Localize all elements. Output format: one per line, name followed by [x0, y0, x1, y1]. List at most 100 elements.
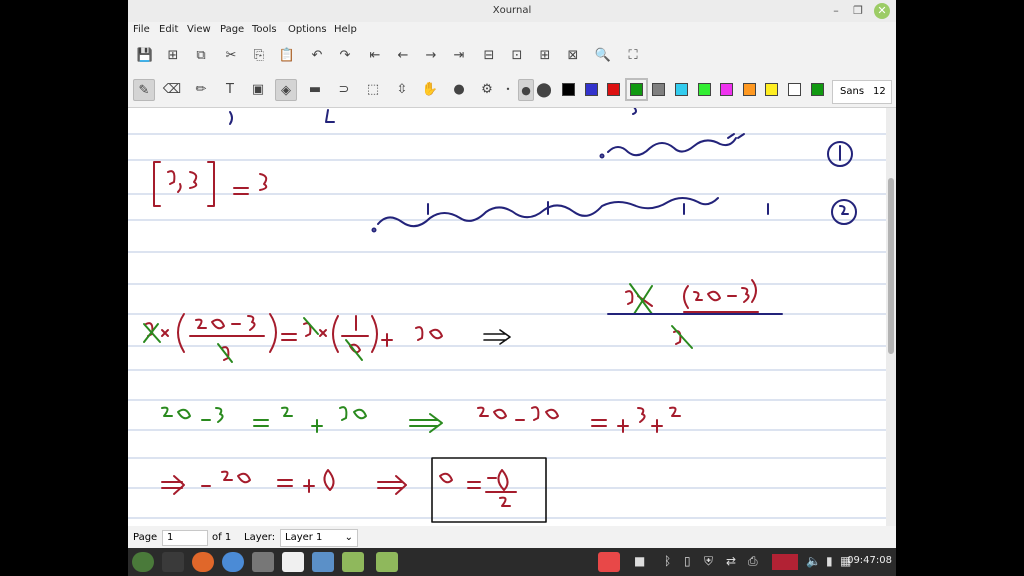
folder-icon[interactable]	[342, 552, 364, 572]
main-toolbar: 💾 ⊞ ⧉ ✂ ⎘ 📋 ↶ ↷ ⇤ ← → ⇥ ⊟ ⊡ ⊞ ⊠ 🔍 ⛶	[128, 42, 896, 70]
menu-file[interactable]: File	[133, 24, 150, 35]
copy-page-icon[interactable]: ⧉	[190, 45, 212, 67]
minimize-icon[interactable]: –	[828, 3, 844, 19]
zoom-in-icon[interactable]: ⊞	[534, 45, 556, 67]
find-icon[interactable]: 🔍	[592, 45, 614, 67]
pen-icon[interactable]: ✎	[133, 79, 155, 101]
eraser-icon[interactable]: ⌫	[161, 79, 183, 101]
ruling-lines	[128, 133, 886, 519]
ink-bracket-expression	[153, 161, 268, 207]
thin-dot-icon[interactable]: •	[500, 79, 516, 101]
page-canvas[interactable]	[128, 108, 886, 526]
text-icon[interactable]: T	[219, 79, 241, 101]
printer-icon[interactable]: ⎙	[748, 554, 758, 569]
lasso-icon[interactable]: ⊃	[333, 79, 355, 101]
volume-icon[interactable]: 🔈	[806, 554, 821, 568]
bluetooth-icon[interactable]: ᛒ	[664, 554, 671, 568]
color-swatch-4[interactable]	[624, 78, 648, 101]
menu-help[interactable]: Help	[334, 24, 357, 35]
redo-icon[interactable]: ↷	[334, 45, 356, 67]
menu-tools[interactable]: Tools	[252, 24, 277, 35]
scrollbar-thumb[interactable]	[888, 178, 894, 354]
menu-edit[interactable]: Edit	[159, 24, 178, 35]
taskbar: ■ ᛒ ▯ ⛨ ⇄ ⎙ 🔈 ▮ ▦ 09:47:08	[128, 548, 896, 576]
pen-options-icon[interactable]: ⚙	[476, 79, 498, 101]
shape-recognizer-icon[interactable]: ◈	[275, 79, 297, 101]
desktop: Xournal – ❐ ✕ File Edit View Page Tools …	[0, 0, 1024, 576]
new-page-icon[interactable]: ⊞	[162, 45, 184, 67]
xournal-task-icon[interactable]	[282, 552, 304, 572]
ink-equation-1	[143, 313, 511, 363]
color-swatch-5[interactable]	[652, 83, 666, 96]
rect-select-icon[interactable]: ⬚	[362, 79, 384, 101]
color-swatch-1[interactable]	[562, 83, 575, 96]
video-icon[interactable]: ■	[634, 554, 645, 568]
color-swatch-8[interactable]	[720, 83, 734, 96]
medium-dot-icon[interactable]: ●	[518, 79, 534, 101]
color-swatch-3[interactable]	[607, 83, 621, 96]
font-size: 12	[873, 86, 886, 97]
firefox-icon[interactable]	[192, 552, 214, 572]
ink-cancelled-fraction	[607, 279, 783, 349]
zoom-fit-icon[interactable]: ⊡	[506, 45, 528, 67]
color-swatch-7[interactable]	[697, 83, 711, 96]
us-flag-icon[interactable]	[772, 554, 798, 570]
menu-launcher-icon[interactable]	[132, 552, 154, 572]
menu-page[interactable]: Page	[220, 24, 244, 35]
battery-icon[interactable]: ▮	[826, 554, 833, 568]
default-pen-icon[interactable]: ●	[448, 79, 470, 101]
last-page-icon[interactable]: ⇥	[448, 45, 470, 67]
thick-dot-icon[interactable]: ⬤	[536, 79, 552, 101]
image-icon[interactable]: ▣	[247, 79, 269, 101]
terminal-icon[interactable]	[162, 552, 184, 572]
color-swatch-9[interactable]	[742, 83, 756, 96]
color-swatch-12[interactable]	[810, 83, 824, 96]
menu-options[interactable]: Options	[288, 24, 327, 35]
page-label: Page	[133, 532, 158, 543]
page-number-input[interactable]: 1	[162, 530, 208, 546]
menu-bar: File Edit View Page Tools Options Help	[128, 22, 896, 40]
ink-item-1	[599, 133, 853, 167]
zoom-page-icon[interactable]: ⊠	[562, 45, 584, 67]
chrome-icon[interactable]	[222, 552, 244, 572]
prev-page-icon[interactable]: ←	[392, 45, 414, 67]
font-name: Sans	[840, 86, 865, 97]
folder-icon-2[interactable]	[376, 552, 398, 572]
notebook-page[interactable]	[128, 108, 886, 526]
layer-label: Layer:	[244, 532, 276, 543]
color-swatch-11[interactable]	[788, 83, 801, 96]
font-selector[interactable]: Sans 12	[832, 80, 892, 104]
vertical-space-icon[interactable]: ⇳	[391, 79, 413, 101]
color-swatch-6[interactable]	[675, 83, 688, 96]
ruler-icon[interactable]: ▬	[304, 79, 326, 101]
save-icon[interactable]: 💾	[134, 45, 156, 67]
shield-icon[interactable]: ⛨	[704, 554, 713, 569]
first-page-icon[interactable]: ⇤	[364, 45, 386, 67]
hand-icon[interactable]: ✋	[419, 79, 441, 101]
color-swatch-2[interactable]	[584, 83, 598, 96]
screenshot-icon[interactable]	[312, 552, 334, 572]
copy-icon[interactable]: ⎘	[248, 45, 270, 67]
page-count: of 1	[212, 532, 232, 543]
paste-icon[interactable]: 📋	[276, 45, 298, 67]
layer-select-value: Layer 1	[285, 532, 323, 543]
ink-equation-3	[161, 457, 547, 523]
undo-icon[interactable]: ↶	[306, 45, 328, 67]
camera-icon[interactable]	[252, 552, 274, 572]
vertical-scrollbar[interactable]	[886, 108, 896, 526]
tools-toolbar: Sans 12 ✎ ⌫ ✏ T ▣ ◈ ▬ ⊃ ⬚ ⇳ ✋ ● ⚙ • ● ⬤	[128, 74, 896, 108]
layer-select[interactable]: Layer 1 ⌄	[280, 529, 358, 547]
ink-item-2	[371, 197, 857, 233]
network-icon[interactable]: ⇄	[726, 554, 736, 568]
anydesk-icon[interactable]	[598, 552, 620, 572]
cut-icon[interactable]: ✂	[220, 45, 242, 67]
menu-view[interactable]: View	[187, 24, 211, 35]
color-swatch-10[interactable]	[765, 83, 779, 96]
highlighter-icon[interactable]: ✏	[190, 79, 212, 101]
close-icon[interactable]: ✕	[874, 3, 890, 19]
maximize-icon[interactable]: ❐	[850, 3, 866, 19]
next-page-icon[interactable]: →	[420, 45, 442, 67]
clipboard-icon[interactable]: ▯	[684, 554, 691, 568]
zoom-out-icon[interactable]: ⊟	[478, 45, 500, 67]
fullscreen-icon[interactable]: ⛶	[622, 45, 644, 67]
